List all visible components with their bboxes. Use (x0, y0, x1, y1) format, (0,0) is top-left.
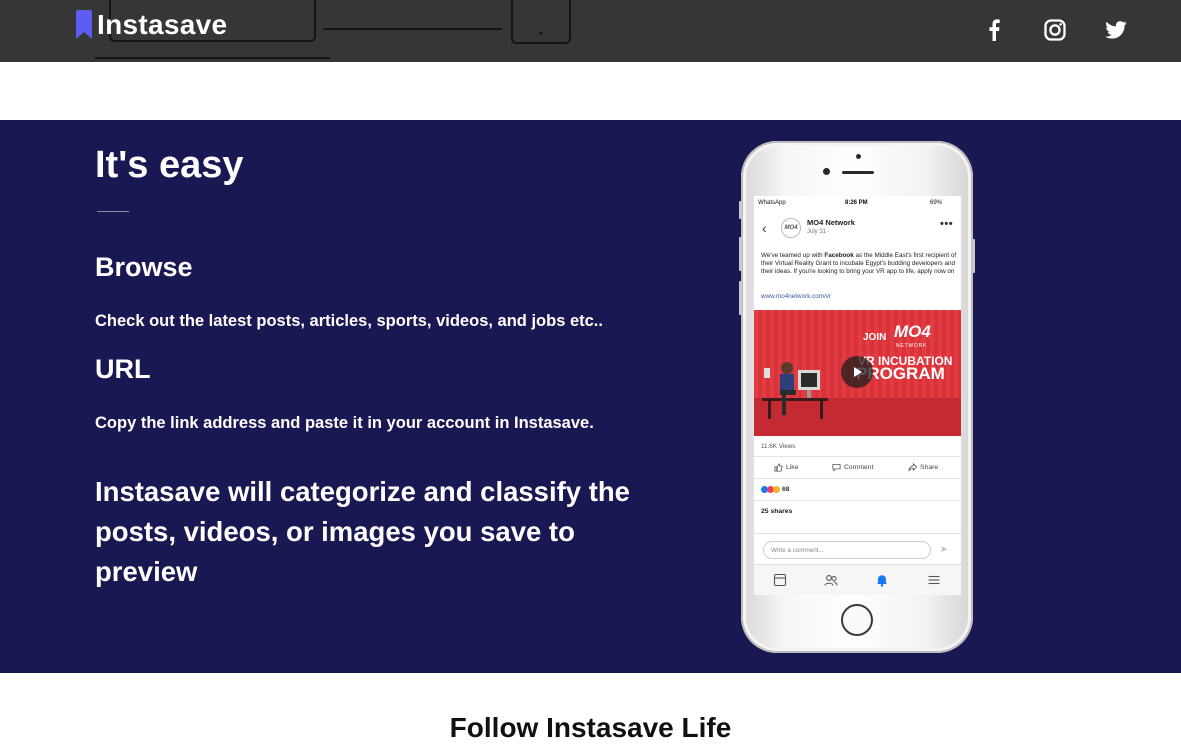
facebook-link[interactable] (979, 15, 1009, 45)
phone-camera (823, 168, 830, 175)
section-title: It's easy (95, 144, 244, 186)
comment-action[interactable]: Comment (832, 463, 873, 472)
notifications-icon[interactable] (875, 573, 889, 587)
share-action[interactable]: Share (908, 463, 938, 472)
facebook-icon (989, 19, 1000, 41)
phone-side-button (972, 239, 975, 273)
post-link[interactable]: www.mo4network.com/vr (761, 293, 831, 300)
feature-section: It's easy Browse Check out the latest po… (0, 120, 1181, 673)
instagram-icon (1044, 19, 1066, 41)
step-text-browse: Check out the latest posts, articles, sp… (95, 312, 603, 330)
twitter-icon (1105, 21, 1127, 39)
instagram-link[interactable] (1040, 15, 1070, 45)
phone-mockup: WhatsApp 8:26 PM 69% ‹ MO4 MO4 Network J… (739, 141, 975, 653)
bookmark-icon (76, 10, 92, 39)
phone-home-button (841, 604, 873, 636)
divider (754, 456, 961, 457)
comment-input[interactable]: Write a comment... (763, 541, 931, 559)
divider (754, 500, 961, 501)
send-icon[interactable]: ➤ (940, 544, 948, 555)
play-button[interactable] (841, 356, 873, 388)
follow-title: Follow Instasave Life (449, 712, 732, 743)
post-date: July 31 · (807, 229, 830, 235)
more-icon[interactable]: ••• (940, 218, 953, 230)
site-header: Instasave (0, 0, 1181, 62)
phone-side-button (739, 281, 742, 315)
post-video[interactable]: JOIN MO4 NETWORK VR INCUBATION PROGRAM (754, 310, 961, 436)
video-brand: MO4 (894, 322, 931, 341)
status-time: 8:26 PM (845, 200, 868, 206)
phone-side-button (739, 237, 742, 271)
play-icon (854, 367, 862, 377)
summary-text: Instasave will categorize and classify t… (95, 476, 630, 587)
video-network-text: NETWORK (896, 343, 928, 349)
like-action[interactable]: Like (774, 463, 798, 472)
page-name[interactable]: MO4 Network (807, 218, 855, 227)
share-icon (908, 463, 917, 472)
divider (754, 478, 961, 479)
phone-screen: WhatsApp 8:26 PM 69% ‹ MO4 MO4 Network J… (754, 196, 961, 595)
share-count[interactable]: 25 shares (761, 508, 792, 515)
step-title-url: URL (95, 354, 151, 384)
news-feed-icon[interactable] (773, 573, 787, 587)
step-title-browse: Browse (95, 252, 193, 282)
phone-speaker (842, 171, 874, 174)
step-text-url: Copy the link address and paste it in yo… (95, 414, 594, 432)
logo[interactable]: Instasave (75, 9, 227, 41)
phone-sensor (856, 154, 861, 159)
comment-icon (832, 463, 841, 472)
video-join-text: JOIN (863, 332, 887, 343)
reaction-count[interactable]: 68 (761, 486, 790, 493)
back-icon[interactable]: ‹ (762, 220, 767, 236)
like-icon (774, 463, 783, 472)
menu-icon[interactable] (927, 573, 941, 587)
twitter-link[interactable] (1101, 15, 1131, 45)
post-text: We've teamed up with Facebook as the Mid… (761, 252, 957, 276)
page-avatar[interactable]: MO4 (781, 218, 801, 238)
status-battery: 69% (930, 200, 943, 206)
title-divider (97, 211, 129, 212)
wow-reaction-icon (773, 486, 780, 493)
divider (754, 533, 961, 534)
friends-icon[interactable] (824, 573, 838, 587)
phone-side-button (739, 201, 742, 219)
logo-text: Instasave (97, 9, 228, 40)
status-carrier: WhatsApp (758, 200, 786, 206)
bottom-nav (754, 564, 961, 595)
post-header: ‹ MO4 MO4 Network July 31 · ••• (754, 214, 961, 244)
video-views: 11.6K Views (761, 443, 796, 450)
developer-illustration (762, 362, 828, 419)
